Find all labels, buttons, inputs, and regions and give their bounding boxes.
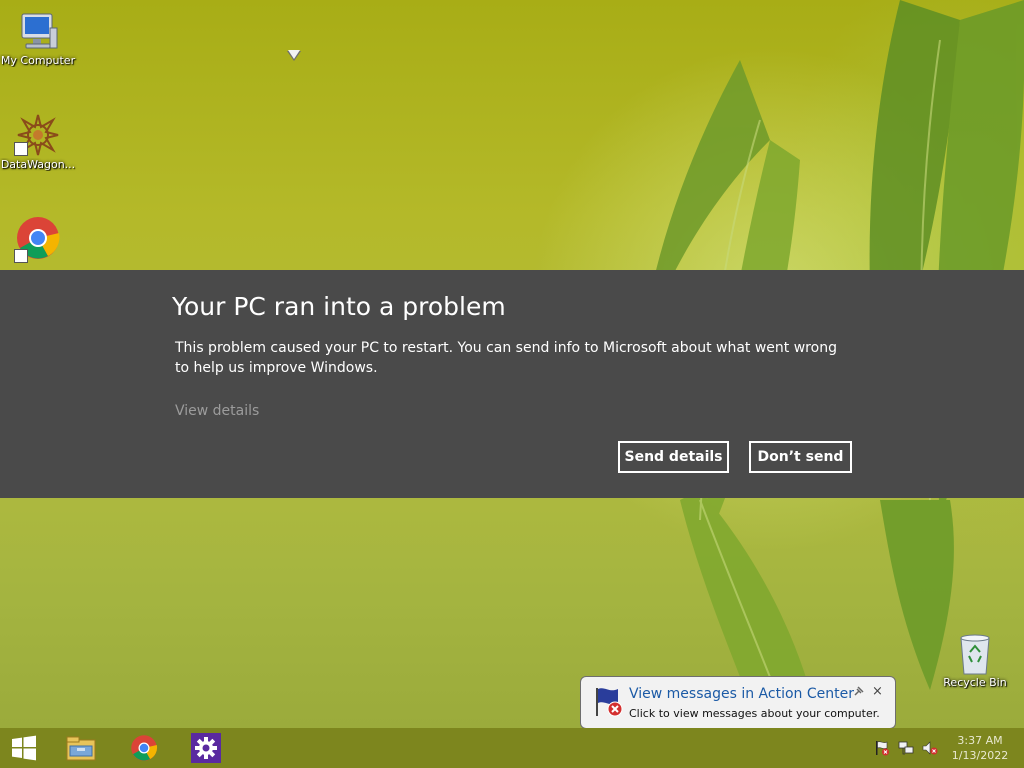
desktop-icon-chrome[interactable] xyxy=(0,215,78,263)
clock-date: 1/13/2022 xyxy=(951,749,1009,762)
taskbar: 3:37 AM 1/13/2022 xyxy=(0,728,1024,768)
shortcut-arrow-icon xyxy=(14,249,28,263)
desktop-icon-datawagon[interactable]: DataWagon... xyxy=(0,112,78,171)
shortcut-arrow-icon xyxy=(14,142,28,156)
action-center-flag-icon[interactable] xyxy=(874,740,890,756)
dialog-title: Your PC ran into a problem xyxy=(172,292,506,321)
taskbar-chrome[interactable] xyxy=(124,732,164,764)
taskbar-settings[interactable] xyxy=(186,732,226,764)
balloon-text: Click to view messages about your comput… xyxy=(629,707,880,720)
action-center-flag-icon xyxy=(596,688,623,717)
dont-send-button[interactable]: Don’t send xyxy=(749,441,852,473)
recycle-bin-icon xyxy=(960,634,990,675)
computer-icon xyxy=(21,13,58,49)
pin-icon[interactable] xyxy=(853,685,865,697)
desktop-icon-recycle-bin[interactable]: Recycle Bin xyxy=(935,632,1015,689)
taskbar-clock[interactable]: 3:37 AM 1/13/2022 xyxy=(948,733,1012,763)
settings-icon xyxy=(191,733,221,763)
error-dialog: Your PC ran into a problem This problem … xyxy=(0,270,1024,498)
file-explorer-icon xyxy=(66,736,96,761)
volume-muted-icon[interactable] xyxy=(922,740,938,756)
start-icon xyxy=(12,735,36,761)
taskbar-file-explorer[interactable] xyxy=(61,732,101,764)
desktop-icon-label: My Computer xyxy=(0,54,76,67)
desktop-icon-label: DataWagon... xyxy=(0,158,76,171)
view-details-link[interactable]: View details xyxy=(175,403,259,419)
chrome-icon xyxy=(131,735,158,761)
balloon-close-button[interactable]: × xyxy=(872,684,883,699)
network-icon[interactable] xyxy=(898,740,914,756)
desktop-icon-my-computer[interactable]: My Computer xyxy=(0,10,78,67)
balloon-tail-fill xyxy=(288,50,300,59)
balloon-title: View messages in Action Center xyxy=(629,686,854,702)
desktop-icon-label: Recycle Bin xyxy=(943,676,1007,689)
start-button[interactable] xyxy=(4,732,44,764)
dialog-message: This problem caused your PC to restart. … xyxy=(175,340,837,376)
send-details-button[interactable]: Send details xyxy=(618,441,729,473)
clock-time: 3:37 AM xyxy=(957,734,1003,747)
action-center-balloon[interactable]: View messages in Action Center Click to … xyxy=(580,676,896,729)
